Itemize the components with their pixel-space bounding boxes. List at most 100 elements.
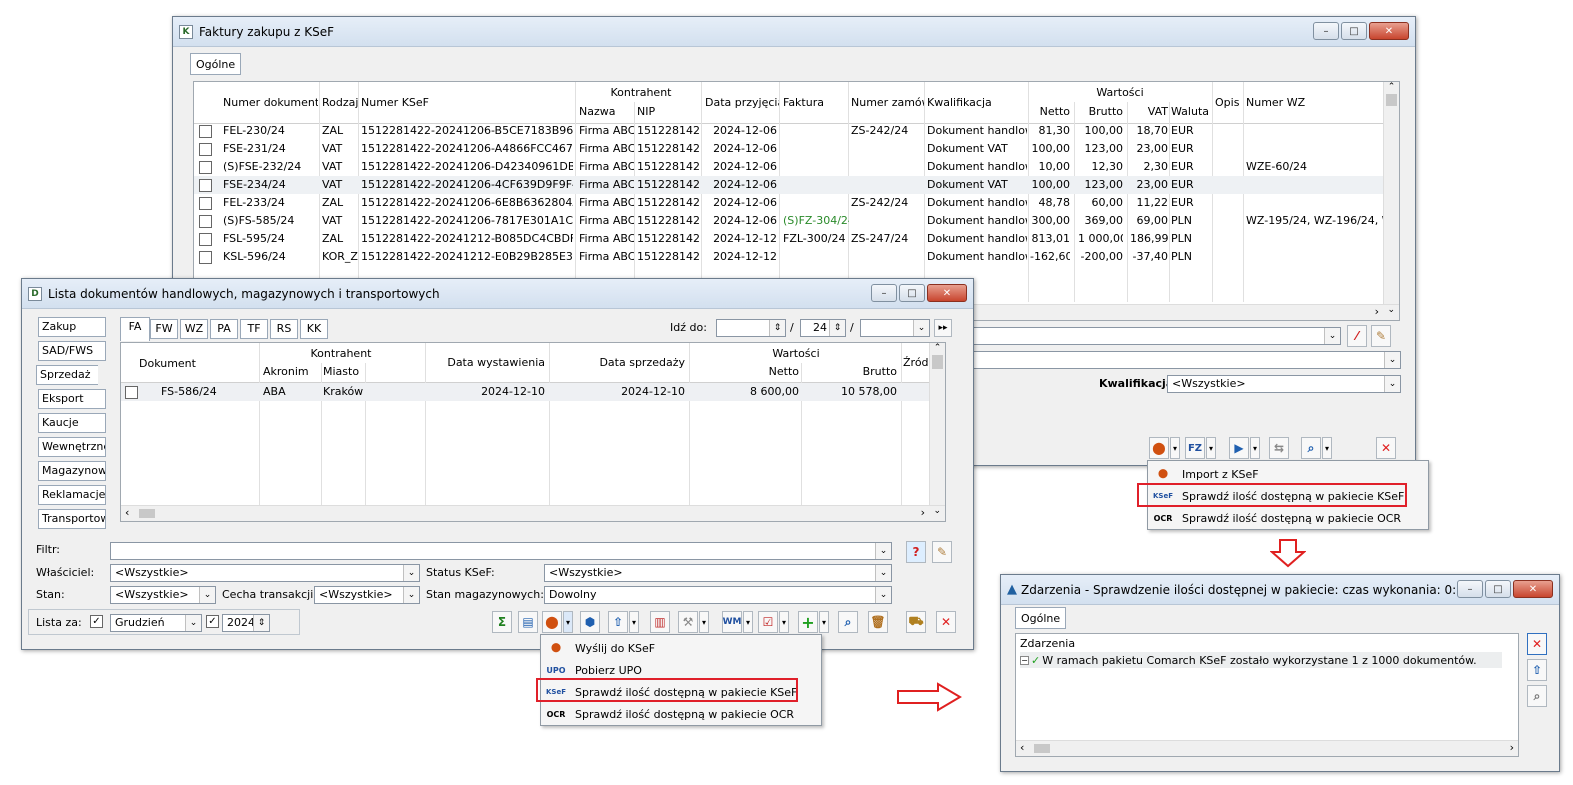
ksef-filter-combo-1[interactable]: ⌄ [973,327,1341,345]
row-checkbox[interactable] [125,386,138,399]
maximize-button[interactable]: □ [1341,22,1367,40]
scroll-thumb[interactable] [1386,94,1397,106]
delete-button[interactable]: 🗑 [868,611,888,633]
stan-mag-combo[interactable]: Dowolny ⌄ [544,586,892,604]
col-rodzaj[interactable]: Rodzaj [322,96,360,109]
document-button[interactable]: ▤ [518,611,538,633]
filter-tab-wz[interactable]: WZ [180,319,208,339]
transport-button[interactable]: ⛟ [906,611,926,633]
clear-filter-button[interactable]: ⁄ [1347,325,1367,347]
table-row[interactable]: KSL-596/24 KOR_ZA1512281422-20241212-E0B2… [194,248,1383,266]
side-tab-sprzeda[interactable]: Sprzedaż [36,365,98,385]
menu-send-ksef[interactable]: ⬤ Wyślij do KSeF [541,637,821,659]
row-checkbox[interactable] [199,125,212,138]
year-field[interactable]: 2024 ⇕ [222,614,270,632]
table-row[interactable]: FEL-233/24 ZAL 1512281422-20241206-6E8B636… [194,194,1383,212]
col-data-przyjecia[interactable]: Data przyjęcia [705,96,779,109]
filter-tool-button[interactable]: ✎ [932,541,952,563]
help-filter-button[interactable]: ? [906,541,926,563]
close-window-button[interactable]: ✕ [936,611,956,633]
col-netto[interactable]: Netto [691,365,799,378]
go-button[interactable]: ▸▸ [934,319,952,337]
row-checkbox[interactable] [199,161,212,174]
minimize-button[interactable]: – [871,284,897,302]
col-nr-zam[interactable]: Numer zamówi [851,96,924,109]
tab-ogolne[interactable]: Ogólne [190,53,242,75]
year-checkbox[interactable]: ✓ [206,615,219,628]
filter-tab-kk[interactable]: KK [300,319,328,339]
side-tab-transportowe[interactable]: Transportowe [38,509,106,529]
check-dropdown[interactable]: ▾ [779,611,789,633]
col-nr-wz[interactable]: Numer WZ [1246,96,1346,109]
scroll-down-icon[interactable]: ⌄ [933,506,941,516]
scroll-thumb[interactable] [932,355,943,369]
add-button[interactable]: + [798,611,818,633]
collapse-icon[interactable]: − [1020,655,1029,665]
side-tab-sadfws[interactable]: SAD/FWS [38,341,106,361]
col-dokument[interactable]: Dokument [139,357,239,370]
row-checkbox[interactable] [199,215,212,228]
row-checkbox[interactable] [199,233,212,246]
export-dropdown[interactable]: ▾ [1250,437,1260,459]
row-checkbox[interactable] [199,197,212,210]
col-data-sprz[interactable]: Data sprzedaży [551,356,685,369]
close-events-button[interactable]: ✕ [1527,633,1547,655]
col-akronim[interactable]: Akronim [263,365,321,378]
side-tab-kaucje[interactable]: Kaucje [38,413,106,433]
wm-button[interactable]: WM [722,611,742,633]
export-events-button[interactable]: ⇧ [1527,659,1547,681]
minimize-button[interactable]: – [1457,580,1483,598]
table-row[interactable]: FSE-231/24 VAT 1512281422-20241206-A4866FC… [194,140,1383,158]
menu-import-ksef[interactable]: ⬤ Import z KSeF [1148,463,1428,485]
close-button[interactable]: ✕ [1513,580,1553,598]
kwal-combo[interactable]: <Wszystkie> ⌄ [1167,375,1401,393]
report-button[interactable]: ▥ [650,611,670,633]
lista-titlebar[interactable]: D Lista dokumentów handlowych, magazynow… [22,279,973,309]
minimize-button[interactable]: – [1313,22,1339,40]
menu-check-ocr[interactable]: OCR Sprawdź ilość dostępną w pakiecie OCR [541,703,821,725]
ksef-import-dropdown[interactable]: ▾ [1170,437,1180,459]
menu-check-ocr[interactable]: OCR Sprawdź ilość dostępną w pakiecie OCR [1148,507,1428,529]
export-button[interactable]: ⬢ [580,611,600,633]
zdarzenia-titlebar[interactable]: ▲ Zdarzenia - Sprawdzenie ilości dostępn… [1001,575,1559,605]
col-brutto[interactable]: Brutto [805,365,897,378]
side-tab-wewntrzne[interactable]: Wewnętrzne [38,437,106,457]
cecha-combo[interactable]: <Wszystkie> ⌄ [314,586,420,604]
scroll-left-icon[interactable]: ‹ [125,506,129,519]
stan-combo[interactable]: <Wszystkie> ⌄ [110,586,216,604]
month-combo[interactable]: Grudzień ⌄ [110,614,202,632]
col-nr-ksef[interactable]: Numer KSeF [361,96,561,109]
filtr-combo[interactable]: ⌄ [110,542,892,560]
col-faktura[interactable]: Faktura [783,96,849,109]
col-netto[interactable]: Netto [1030,105,1070,118]
ksef-filter-combo-2[interactable]: ⌄ [973,351,1401,369]
filter-tab-pa[interactable]: PA [210,319,238,339]
ksef-import-button[interactable]: ⬤ [1149,437,1169,459]
share-button[interactable]: ⇧ [608,611,628,633]
filter-tab-tf[interactable]: TF [240,319,268,339]
scroll-left-icon[interactable]: ‹ [1020,741,1024,754]
search-button[interactable]: ⌕ [838,611,858,633]
col-opis[interactable]: Opis [1215,96,1243,109]
col-miasto[interactable]: Miasto [323,365,383,378]
filter-tab-rs[interactable]: RS [270,319,298,339]
export-button[interactable]: ▶ [1229,437,1249,459]
scroll-right-icon[interactable]: › [1375,305,1379,318]
hscroll-thumb[interactable] [1034,744,1050,753]
maximize-button[interactable]: □ [1485,580,1511,598]
scroll-right-icon[interactable]: › [1510,741,1514,754]
wlasciciel-combo[interactable]: <Wszystkie> ⌄ [110,564,420,582]
table-row[interactable]: FSL-595/24 ZAL 1512281422-20241212-B085DC4… [194,230,1383,248]
share-dropdown[interactable]: ▾ [629,611,639,633]
close-button[interactable]: ✕ [1369,22,1409,40]
col-waluta[interactable]: Waluta [1171,105,1211,118]
event-row[interactable]: − ✓ W ramach pakietu Comarch KSeF został… [1020,652,1502,668]
idz-do-field-2[interactable]: 24 ⇕ [800,319,846,337]
table-row[interactable]: FS-586/24 ABA Kraków 2024-12-10 2024-12-10 8 … [121,383,929,401]
row-checkbox[interactable] [199,179,212,192]
ksef-send-button[interactable]: ⬤ [542,611,562,633]
lista-za-checkbox[interactable]: ✓ [90,615,103,628]
idz-do-field-3[interactable]: ⌄ [860,319,930,337]
scroll-up-icon[interactable]: ⌃ [1384,82,1399,92]
tools-button[interactable]: ⚒ [678,611,698,633]
